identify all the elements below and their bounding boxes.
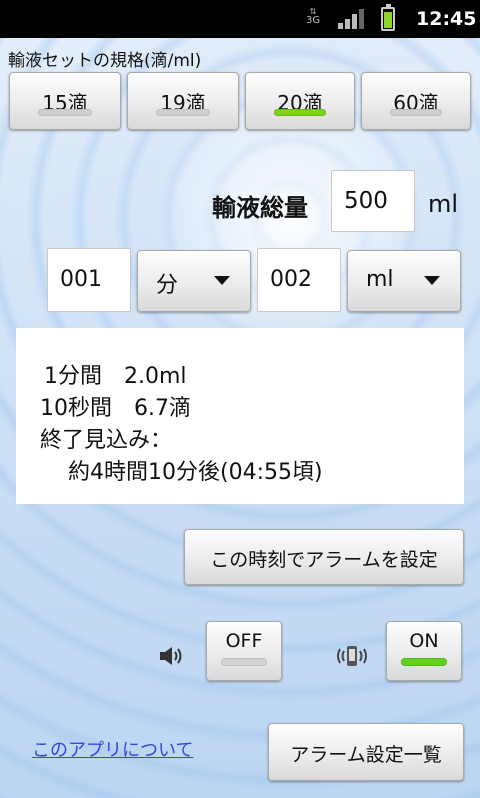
chevron-down-icon — [424, 276, 440, 285]
vibrate-toggle[interactable]: ON — [386, 621, 462, 681]
drip-19-indicator — [156, 109, 210, 116]
sound-toggle-label: OFF — [225, 630, 263, 652]
chevron-down-icon — [214, 276, 230, 285]
network-type-indicator: ⇅ 3G — [306, 7, 321, 26]
time-value-input[interactable]: 001 — [47, 248, 131, 312]
result-panel: 1分間 2.0ml 10秒間 6.7滴 終了見込み： 約4時間10分後(04:5… — [16, 328, 464, 504]
status-bar: ⇅ 3G 12:45 — [0, 0, 480, 38]
drip-15-indicator — [38, 109, 92, 116]
total-volume-value: 500 — [344, 188, 388, 214]
drip-60-indicator — [390, 109, 442, 116]
alarm-list-button[interactable]: アラーム設定一覧 — [268, 723, 464, 781]
status-clock: 12:45 — [416, 8, 477, 30]
time-value: 001 — [60, 267, 102, 292]
drip-60-button[interactable]: 60滴 — [361, 72, 471, 130]
alarm-list-label: アラーム設定一覧 — [290, 744, 442, 766]
result-estimate-value: 約4時間10分後(04:55頃) — [68, 460, 323, 485]
sound-toggle[interactable]: OFF — [206, 621, 282, 681]
result-per-10sec: 10秒間 6.7滴 — [40, 396, 191, 421]
total-volume-unit: ml — [428, 190, 459, 218]
signal-strength-icon — [338, 9, 364, 29]
drip-20-indicator — [274, 109, 326, 116]
vibrate-icon — [337, 646, 367, 666]
result-per-minute: 1分間 2.0ml — [44, 364, 187, 389]
vibrate-toggle-indicator — [401, 658, 447, 666]
volume-value-input[interactable]: 002 — [257, 248, 341, 312]
time-unit-value: 分 — [156, 273, 179, 298]
battery-icon — [381, 4, 395, 31]
drip-19-button[interactable]: 19滴 — [127, 72, 239, 130]
set-alarm-button[interactable]: この時刻でアラームを設定 — [184, 529, 464, 585]
set-alarm-label: この時刻でアラームを設定 — [210, 549, 438, 571]
about-app-link[interactable]: このアプリについて — [32, 736, 193, 762]
sound-toggle-indicator — [221, 658, 267, 666]
drip-spec-label: 輸液セットの規格(滴/ml) — [8, 51, 202, 71]
total-volume-input[interactable]: 500 — [331, 170, 415, 232]
volume-unit-dropdown[interactable]: ml — [347, 250, 461, 312]
speaker-icon — [160, 647, 182, 665]
time-unit-dropdown[interactable]: 分 — [137, 250, 251, 312]
volume-value: 002 — [270, 267, 312, 292]
vibrate-toggle-label: ON — [409, 630, 439, 652]
total-volume-label: 輸液総量 — [212, 194, 308, 222]
volume-unit-value: ml — [366, 267, 394, 292]
result-estimate-label: 終了見込み： — [40, 428, 173, 453]
drip-20-button[interactable]: 20滴 — [245, 72, 355, 130]
drip-15-button[interactable]: 15滴 — [9, 72, 121, 130]
